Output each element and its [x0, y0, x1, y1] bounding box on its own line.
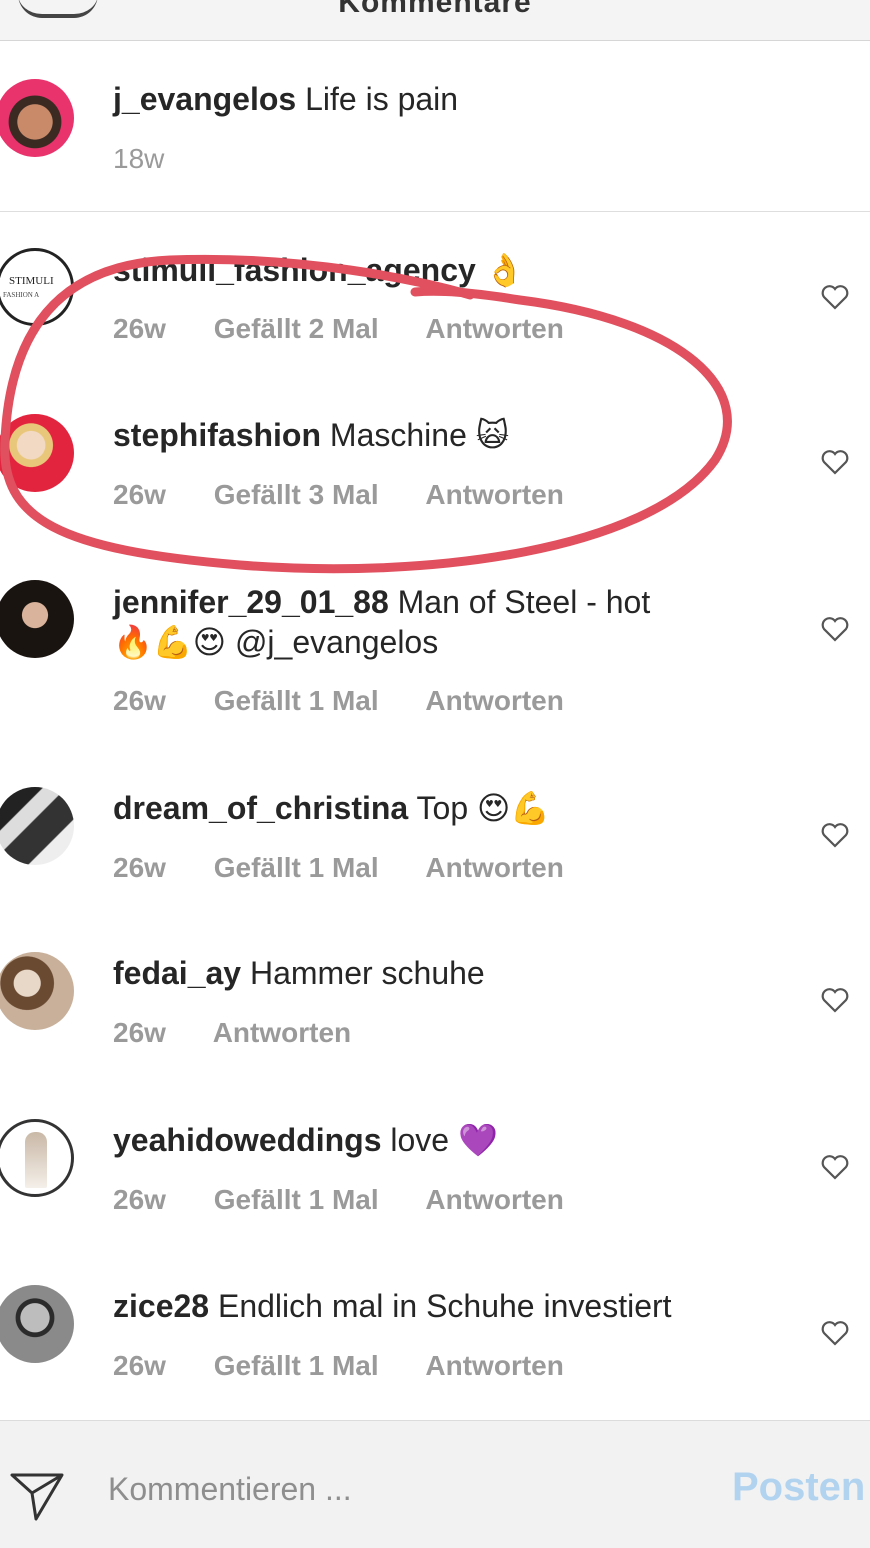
caption-time: 18w — [113, 143, 165, 174]
post-button[interactable]: Posten — [732, 1465, 865, 1510]
heart-icon[interactable] — [820, 447, 850, 477]
comment-meta: 26w Gefällt 1 Mal Antworten — [113, 1350, 604, 1382]
avatar[interactable] — [0, 1119, 74, 1197]
comment-body-continued: 🔥💪😍 @j_evangelos — [113, 624, 439, 660]
avatar[interactable] — [0, 414, 74, 492]
comment-time: 26w — [113, 479, 166, 510]
comment-meta: 26w Gefällt 1 Mal Antworten — [113, 852, 604, 884]
reply-button[interactable]: Antworten — [425, 852, 563, 883]
like-count[interactable]: Gefällt 3 Mal — [214, 479, 379, 510]
like-count[interactable]: Gefällt 2 Mal — [214, 313, 379, 344]
comment-body: Hammer schuhe — [249, 955, 485, 991]
comment-time: 26w — [113, 685, 166, 716]
comment-username[interactable]: stimuli_fashion_agency — [113, 252, 476, 288]
avatar[interactable] — [0, 580, 74, 658]
comment-meta: 26w Antworten — [113, 1017, 391, 1049]
heart-icon[interactable] — [820, 985, 850, 1015]
comment-username[interactable]: dream_of_christina — [113, 790, 408, 826]
comment-meta: 26w Gefällt 3 Mal Antworten — [113, 479, 604, 511]
heart-icon[interactable] — [820, 614, 850, 644]
comment-time: 26w — [113, 1184, 166, 1215]
heart-icon[interactable] — [820, 820, 850, 850]
comment-time: 26w — [113, 1350, 166, 1381]
comment-username[interactable]: jennifer_29_01_88 — [113, 584, 389, 620]
caption-username[interactable]: j_evangelos — [113, 81, 296, 117]
comment-username[interactable]: yeahidoweddings — [113, 1122, 381, 1158]
comment-time: 26w — [113, 1017, 166, 1048]
comment-meta: 26w Gefällt 1 Mal Antworten — [113, 685, 604, 717]
avatar[interactable] — [0, 952, 74, 1030]
comment-text: yeahidoweddings love 💜 — [113, 1120, 763, 1160]
comment-username[interactable]: stephifashion — [113, 417, 321, 453]
caption-text: j_evangelos Life is pain — [113, 79, 763, 119]
heart-icon[interactable] — [820, 1152, 850, 1182]
like-count[interactable]: Gefällt 1 Mal — [214, 685, 379, 716]
avatar-subtext: FASHION A — [3, 291, 40, 299]
avatar[interactable] — [0, 1285, 74, 1363]
header-bar: Kommentare — [0, 0, 870, 41]
post-caption: j_evangelos Life is pain 18w — [0, 41, 870, 212]
comment-text: stephifashion Maschine 🙀 — [113, 415, 763, 455]
comment-text: fedai_ay Hammer schuhe — [113, 953, 763, 993]
like-count[interactable]: Gefällt 1 Mal — [214, 1184, 379, 1215]
comment-text: dream_of_christina Top 😍💪 — [113, 788, 763, 828]
comment-body: 👌 — [484, 252, 525, 288]
caption-body: Life is pain — [305, 81, 459, 117]
heart-icon[interactable] — [820, 1318, 850, 1348]
comment-time: 26w — [113, 852, 166, 883]
comment-text: zice28 Endlich mal in Schuhe investiert — [113, 1286, 763, 1326]
reply-button[interactable]: Antworten — [425, 1184, 563, 1215]
reply-button[interactable]: Antworten — [213, 1017, 351, 1048]
avatar[interactable] — [0, 79, 74, 157]
comment-body: Endlich mal in Schuhe investiert — [217, 1288, 672, 1324]
comment-time: 26w — [113, 313, 166, 344]
comment-text: stimuli_fashion_agency 👌 — [113, 250, 763, 290]
comment-meta: 26w Gefällt 1 Mal Antworten — [113, 1184, 604, 1216]
comment-text: jennifer_29_01_88 Man of Steel - hot 🔥💪😍… — [113, 582, 763, 662]
heart-icon[interactable] — [820, 282, 850, 312]
comment-username[interactable]: zice28 — [113, 1288, 209, 1324]
page-title: Kommentare — [338, 0, 532, 19]
comment-body: Maschine 🙀 — [329, 417, 510, 453]
comment-body: love 💜 — [390, 1122, 498, 1158]
comment-meta: 26w Gefällt 2 Mal Antworten — [113, 313, 604, 345]
avatar[interactable] — [0, 787, 74, 865]
reply-button[interactable]: Antworten — [425, 313, 563, 344]
comment-username[interactable]: fedai_ay — [113, 955, 241, 991]
like-count[interactable]: Gefällt 1 Mal — [214, 852, 379, 883]
comment-body: Man of Steel - hot — [397, 584, 651, 620]
avatar[interactable]: STIMULI FASHION A — [0, 248, 74, 326]
comment-input[interactable] — [108, 1469, 668, 1509]
comment-body: Top 😍💪 — [416, 790, 551, 826]
reply-button[interactable]: Antworten — [425, 1350, 563, 1381]
reply-button[interactable]: Antworten — [425, 685, 563, 716]
paper-plane-icon[interactable] — [8, 1467, 68, 1527]
comment-composer: Posten — [0, 1420, 870, 1548]
like-count[interactable]: Gefällt 1 Mal — [214, 1350, 379, 1381]
avatar-text: STIMULI — [9, 275, 54, 287]
reply-button[interactable]: Antworten — [425, 479, 563, 510]
